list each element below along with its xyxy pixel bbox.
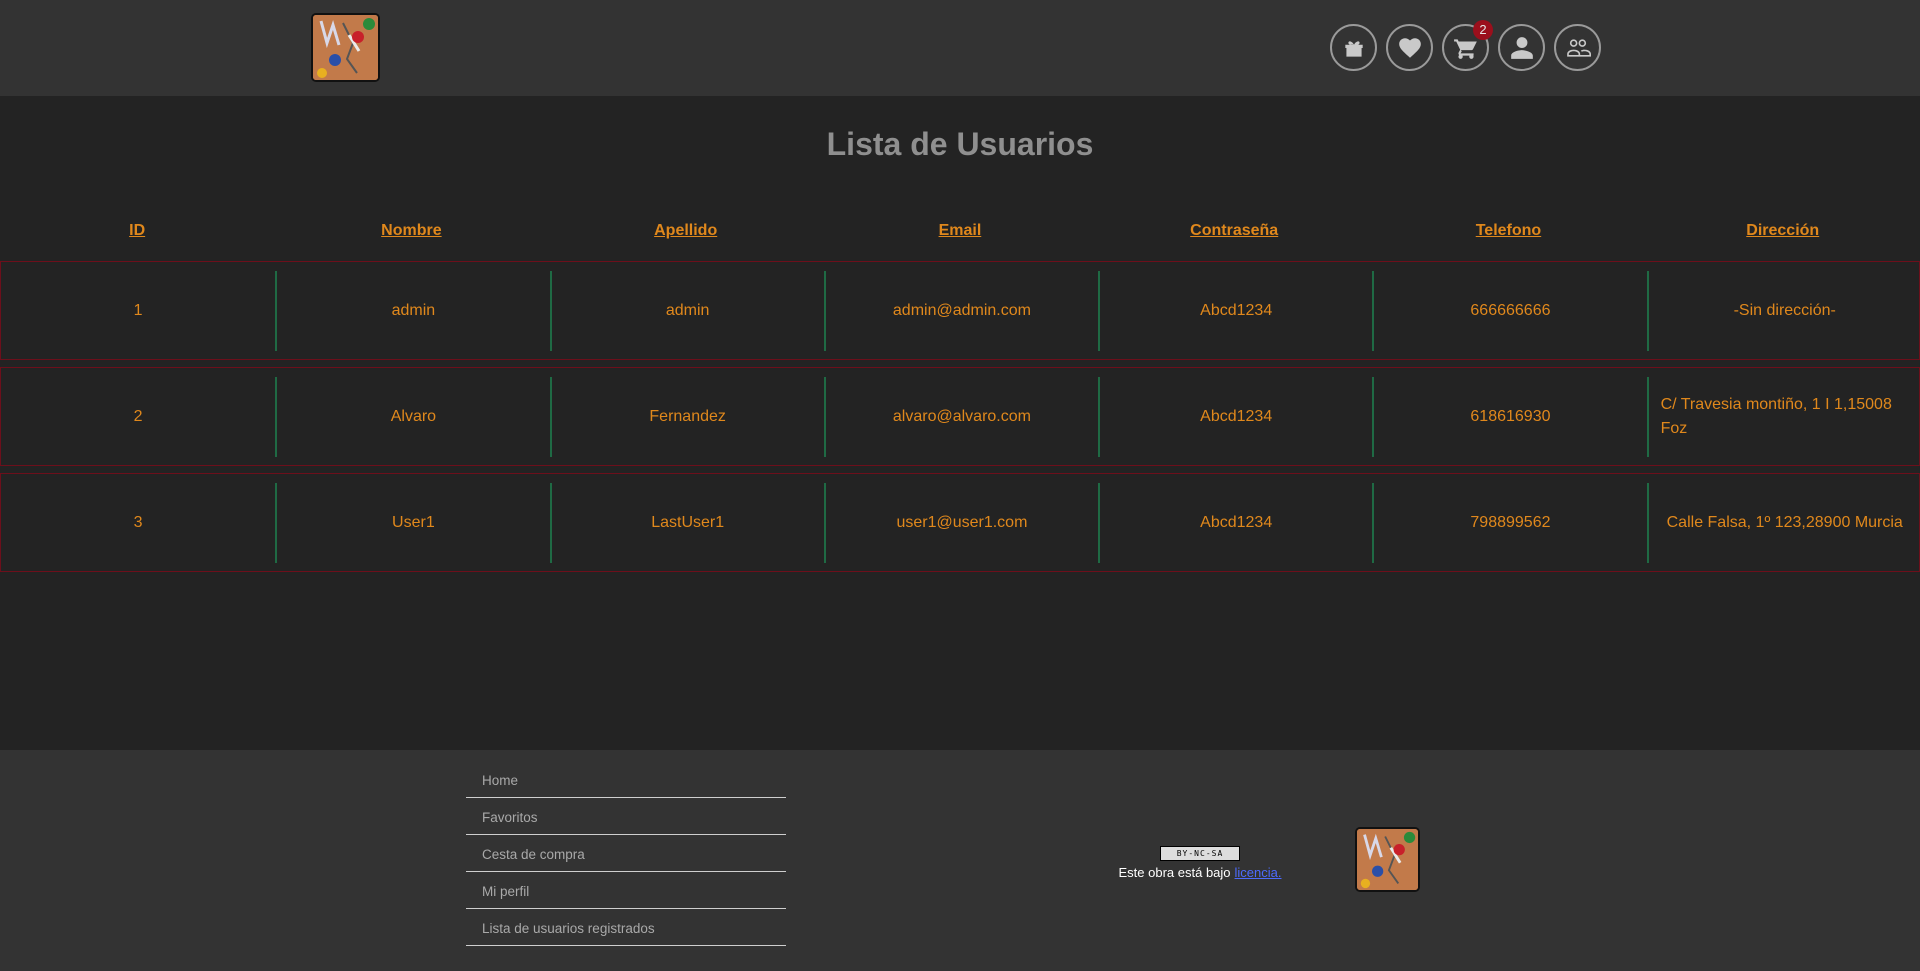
gift-box-icon [1344,40,1363,57]
cell-direccion: -Sin dirección- [1646,270,1920,351]
table-row: 3 User1 LastUser1 user1@user1.com Abcd12… [0,473,1920,572]
cell-email: admin@admin.com [823,270,1098,351]
cell-nombre: admin [275,270,549,351]
cell-contrasena: Abcd1234 [1098,270,1372,351]
cell-apellido: LastUser1 [549,482,824,563]
cell-email: alvaro@alvaro.com [823,376,1098,457]
column-header-telefono[interactable]: Telefono [1371,222,1645,248]
footer-link-label: Cesta de compra [482,847,585,862]
footer-logo [1355,827,1420,892]
column-header-apellido[interactable]: Apellido [549,222,823,248]
footer-link-label: Mi perfil [482,884,530,899]
cell-nombre: User1 [275,482,549,563]
license-text: Este obra está bajo [1118,865,1231,880]
cc-license-badge[interactable]: BY-NC-SA [1160,846,1240,861]
column-header-direccion[interactable]: Dirección [1646,222,1920,248]
cart-button[interactable]: 2 [1442,20,1493,71]
table-row: 1 admin admin admin@admin.com Abcd1234 6… [0,261,1920,360]
footer-link-label: Lista de usuarios registrados [482,921,655,936]
cell-contrasena: Abcd1234 [1098,482,1372,563]
footer-link-cesta[interactable]: Cesta de compra [466,835,786,872]
cell-id: 2 [133,407,143,425]
footer-nav: Home Favoritos Cesta de compra Mi perfil… [466,761,786,946]
users-icon [1566,38,1591,57]
site-logo[interactable] [311,13,380,82]
footer-link-label: Home [482,773,519,788]
users-list-button[interactable] [1554,24,1601,71]
cell-apellido: admin [549,270,824,351]
cell-telefono: 618616930 [1372,376,1646,457]
site-header: 2 [0,0,1920,96]
footer-link-favoritos[interactable]: Favoritos [466,798,786,835]
table-row: 2 Alvaro Fernandez alvaro@alvaro.com Abc… [0,367,1920,466]
cell-telefono: 798899562 [1372,482,1646,563]
site-footer: Home Favoritos Cesta de compra Mi perfil… [0,750,1920,971]
favorites-button[interactable] [1386,24,1433,71]
page-title: Lista de Usuarios [826,126,1094,162]
cell-nombre: Alvaro [275,376,549,457]
column-header-nombre[interactable]: Nombre [274,222,548,248]
cell-contrasena: Abcd1234 [1098,376,1372,457]
cart-icon [1453,38,1477,59]
gift-button[interactable] [1330,24,1377,71]
cell-apellido: Fernandez [549,376,824,457]
footer-link-home[interactable]: Home [466,761,786,798]
column-header-email[interactable]: Email [823,222,1097,248]
column-header-id[interactable]: ID [0,222,274,248]
cell-telefono: 666666666 [1372,270,1646,351]
footer-link-label: Favoritos [482,810,538,825]
header-icon-bar: 2 [1330,20,1601,71]
cell-email: user1@user1.com [823,482,1098,563]
heart-icon [1398,37,1421,58]
footer-link-usuarios[interactable]: Lista de usuarios registrados [466,909,786,946]
cell-direccion: Calle Falsa, 1º 123,28900 Murcia [1646,482,1920,563]
profile-button[interactable] [1498,24,1545,71]
user-icon [1510,36,1533,59]
users-table-header: ID Nombre Apellido Email Contraseña Tele… [0,222,1920,248]
cart-count-badge: 2 [1473,20,1493,40]
license-link[interactable]: licencia. [1235,865,1282,880]
cell-id: 1 [133,301,143,319]
cell-id: 3 [133,513,143,531]
license-block: BY-NC-SA Este obra está bajo licencia. [1108,844,1292,880]
footer-link-perfil[interactable]: Mi perfil [466,872,786,909]
cell-direccion: C/ Travesia montiño, 1 I 1,15008 Foz [1646,376,1920,457]
column-header-contrasena[interactable]: Contraseña [1097,222,1371,248]
